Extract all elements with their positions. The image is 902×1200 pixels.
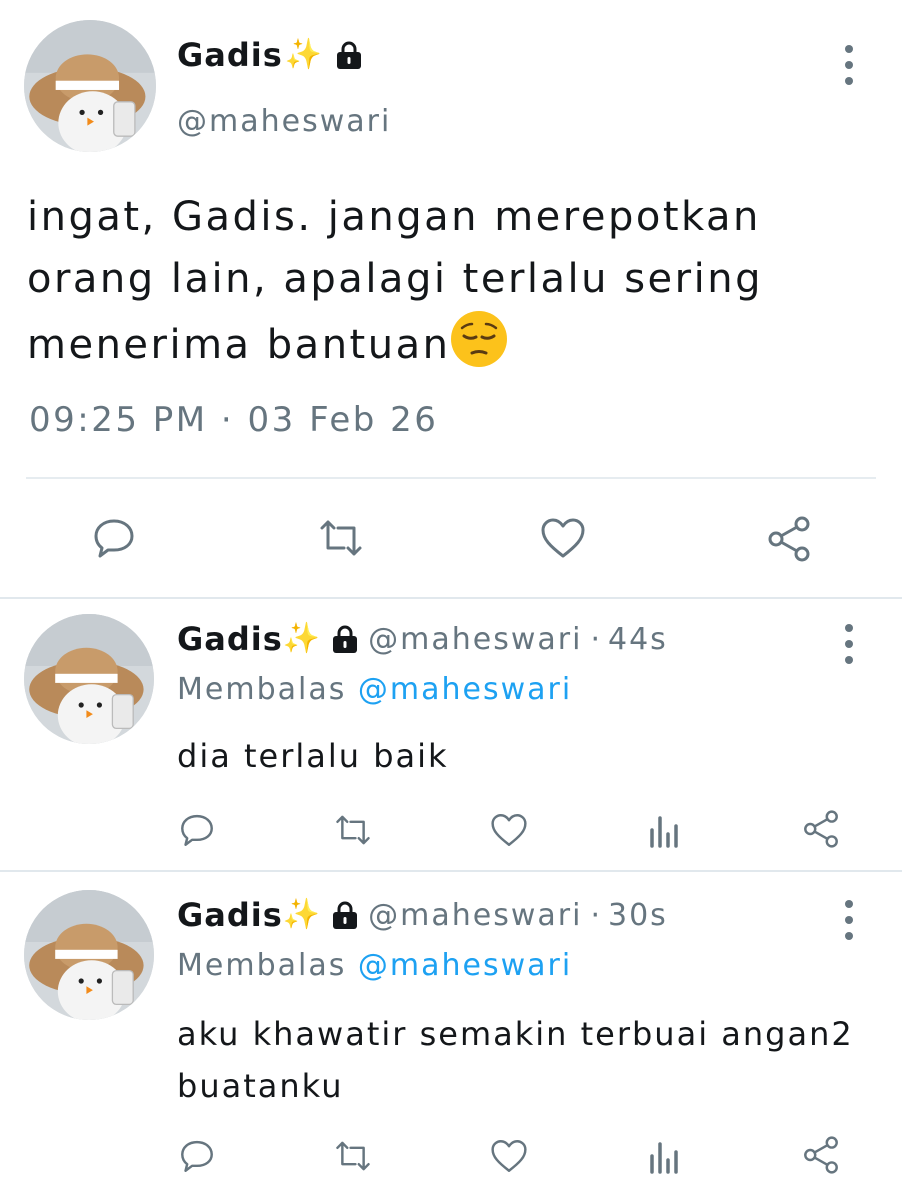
separator: · [590, 621, 600, 657]
replying-to: Membalas @maheswari [177, 948, 572, 983]
handle[interactable]: @maheswari [368, 622, 582, 657]
handle[interactable]: @maheswari [177, 104, 391, 139]
sparkles-icon: ✨ [282, 621, 321, 656]
reply-time[interactable]: 44s [608, 622, 668, 657]
lock-icon [334, 39, 364, 71]
share-icon[interactable] [766, 516, 812, 562]
replying-prefix: Membalas [177, 948, 347, 983]
mention-link[interactable]: @maheswari [358, 948, 572, 983]
analytics-icon[interactable] [648, 1138, 682, 1174]
pensive-face-emoji [450, 310, 508, 368]
reply-icon[interactable] [179, 812, 215, 848]
display-name[interactable]: Gadis [177, 36, 283, 74]
like-icon[interactable] [540, 516, 586, 560]
section-divider [0, 870, 902, 872]
replying-prefix: Membalas [177, 672, 347, 707]
more-icon[interactable] [843, 900, 855, 940]
like-icon[interactable] [490, 812, 528, 848]
display-name[interactable]: Gadis [177, 620, 283, 658]
retweet-icon[interactable] [332, 812, 374, 848]
handle[interactable]: @maheswari [368, 898, 582, 933]
lock-icon [330, 899, 360, 931]
reply-text: dia terlalu baik [177, 737, 449, 775]
tweet-text: ingat, Gadis. jangan merepotkan orang la… [27, 186, 867, 376]
separator: · [590, 897, 600, 933]
reply-icon[interactable] [92, 516, 136, 560]
reply-tweet[interactable]: Gadis ✨ @maheswari · 30s Membalas @mahes… [0, 874, 902, 1200]
sparkles-icon: ✨ [282, 897, 321, 932]
retweet-icon[interactable] [316, 516, 366, 560]
display-name[interactable]: Gadis [177, 896, 283, 934]
replying-to: Membalas @maheswari [177, 672, 572, 707]
tweet-text-content: ingat, Gadis. jangan merepotkan orang la… [27, 194, 763, 368]
timestamp[interactable]: 09:25 PM · 03 Feb 26 [29, 400, 438, 440]
more-icon[interactable] [843, 45, 855, 85]
share-icon[interactable] [802, 1136, 840, 1174]
reply-text: aku khawatir semakin terbuai angan2 buat… [177, 1015, 854, 1105]
divider [26, 477, 876, 479]
section-divider [0, 597, 902, 599]
more-icon[interactable] [843, 624, 855, 664]
main-tweet: Gadis ✨ @maheswari ingat, Gadis. jangan … [0, 0, 902, 598]
lock-icon [330, 623, 360, 655]
reply-tweet[interactable]: Gadis ✨ @maheswari · 44s Membalas @mahes… [0, 600, 902, 868]
analytics-icon[interactable] [648, 812, 682, 848]
sparkles-icon: ✨ [284, 37, 323, 72]
reply-icon[interactable] [179, 1138, 215, 1174]
avatar[interactable] [24, 890, 154, 1020]
mention-link[interactable]: @maheswari [358, 672, 572, 707]
reply-header: Gadis ✨ @maheswari · 30s [177, 896, 668, 934]
reply-header: Gadis ✨ @maheswari · 44s [177, 620, 668, 658]
avatar[interactable] [24, 20, 156, 152]
like-icon[interactable] [490, 1138, 528, 1174]
avatar[interactable] [24, 614, 154, 744]
share-icon[interactable] [802, 810, 840, 848]
retweet-icon[interactable] [332, 1138, 374, 1174]
reply-time[interactable]: 30s [608, 898, 668, 933]
author-row: Gadis ✨ [177, 36, 364, 74]
